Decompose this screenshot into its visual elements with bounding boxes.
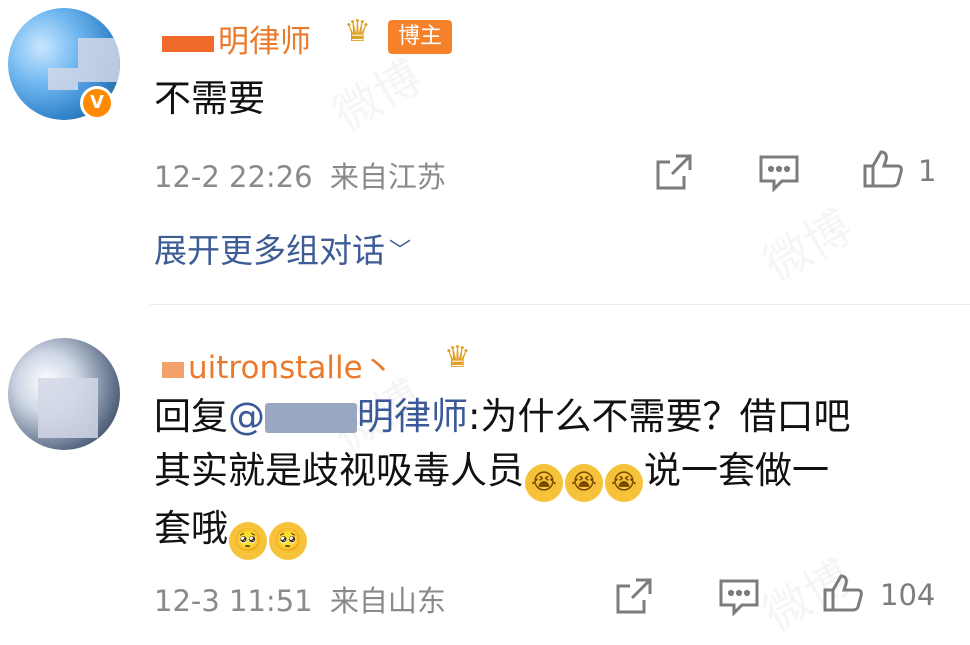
- comment-icon[interactable]: [758, 154, 800, 192]
- like-count: 1: [918, 154, 937, 188]
- comment-text: 回复@ 明律师:为什么不需要？借口吧 其实就是歧视吸毒人员 😭 😭 😭 说一套做一 套哦 🥺…: [154, 390, 954, 560]
- like-count: 104: [880, 578, 936, 612]
- username[interactable]: uitronstalle丶: [162, 342, 394, 387]
- crying-emoji: 😭: [565, 464, 603, 502]
- location: 来自江苏: [329, 160, 446, 194]
- crown-icon: ♛: [344, 14, 371, 49]
- chevron-down-icon: ﹀: [389, 239, 412, 264]
- crying-emoji: 😭: [605, 464, 643, 502]
- verified-badge-icon: V: [80, 86, 114, 120]
- username[interactable]: 明律师: [162, 16, 311, 61]
- divider: [150, 304, 970, 305]
- expand-conversation-link[interactable]: 展开更多组对话 ﹀: [154, 224, 411, 272]
- comment-item: uitronstalle丶 ♛ 回复@ 明律师:为什么不需要？借口吧 其实就是歧视…: [0, 306, 970, 643]
- timestamp: 12-3 11:51: [154, 584, 313, 618]
- shy-emoji: 🥺: [269, 522, 307, 560]
- blogger-badge: 博主: [388, 20, 453, 54]
- mention-link[interactable]: @ 明律师: [228, 395, 468, 438]
- like-icon[interactable]: [822, 572, 864, 614]
- location: 来自山东: [329, 584, 446, 618]
- timestamp: 12-2 22:26: [154, 160, 313, 194]
- comment-item: V 明律师 ♛ 博主 不需要 12-2 22:26 来自江苏 1 展开更多组对话…: [0, 0, 970, 300]
- share-icon[interactable]: [654, 152, 694, 192]
- crown-icon: ♛: [444, 340, 471, 375]
- like-icon[interactable]: [862, 148, 904, 190]
- crying-emoji: 😭: [525, 464, 563, 502]
- comment-text: 不需要: [154, 77, 265, 120]
- comment-meta: 12-2 22:26 来自江苏: [154, 154, 446, 196]
- comment-meta: 12-3 11:51 来自山东: [154, 578, 446, 620]
- shy-emoji: 🥺: [229, 522, 267, 560]
- avatar[interactable]: [8, 338, 120, 450]
- comment-icon[interactable]: [718, 578, 760, 616]
- share-icon[interactable]: [614, 576, 654, 616]
